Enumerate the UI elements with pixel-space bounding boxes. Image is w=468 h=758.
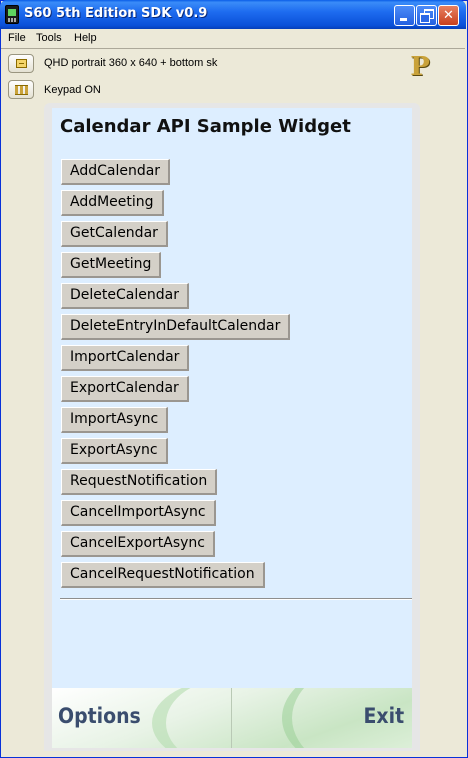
import-async-button[interactable]: ImportAsync xyxy=(61,407,169,433)
close-button[interactable]: ✕ xyxy=(438,5,459,26)
widget-title: Calendar API Sample Widget xyxy=(60,116,351,137)
import-calendar-button[interactable]: ImportCalendar xyxy=(61,345,190,371)
menu-help[interactable]: Help xyxy=(74,32,97,44)
cancel-export-async-button[interactable]: CancelExportAsync xyxy=(61,531,215,557)
p-logo-icon: P xyxy=(410,52,430,82)
add-meeting-button[interactable]: AddMeeting xyxy=(61,190,164,216)
get-meeting-button[interactable]: GetMeeting xyxy=(61,252,162,278)
resolution-button[interactable] xyxy=(8,54,34,73)
maximize-button[interactable] xyxy=(416,5,437,26)
phone-app-icon xyxy=(5,5,19,24)
add-calendar-button[interactable]: AddCalendar xyxy=(61,159,171,185)
keypad-button[interactable] xyxy=(8,80,34,99)
menu-file[interactable]: File xyxy=(8,32,26,44)
menu-bar: File Tools Help xyxy=(1,29,465,48)
content-divider xyxy=(60,598,412,600)
cancel-import-async-button[interactable]: CancelImportAsync xyxy=(61,500,216,526)
export-calendar-button[interactable]: ExportCalendar xyxy=(61,376,189,402)
softkey-divider xyxy=(231,688,232,748)
menu-tools[interactable]: Tools xyxy=(36,32,62,44)
menu-divider xyxy=(1,48,465,49)
title-bar[interactable]: S60 5th Edition SDK v0.9 ✕ xyxy=(0,0,466,29)
softkey-bar: Options Exit xyxy=(52,688,412,748)
close-icon: ✕ xyxy=(443,8,454,23)
keypad-label: Keypad ON xyxy=(44,84,101,96)
request-notification-button[interactable]: RequestNotification xyxy=(61,469,218,495)
options-softkey[interactable]: Options xyxy=(58,704,141,728)
window-title: S60 5th Edition SDK v0.9 xyxy=(24,6,208,21)
maximize-icon xyxy=(417,6,436,25)
keypad-row: Keypad ON xyxy=(8,80,458,100)
resolution-label: QHD portrait 360 x 640 + bottom sk xyxy=(44,57,218,69)
screen-icon xyxy=(16,59,27,68)
resolution-row: QHD portrait 360 x 640 + bottom sk xyxy=(8,54,458,74)
exit-softkey[interactable]: Exit xyxy=(363,704,404,728)
keypad-icon xyxy=(15,85,28,95)
minimize-icon xyxy=(395,6,414,25)
cancel-request-notification-button[interactable]: CancelRequestNotification xyxy=(61,562,265,588)
get-calendar-button[interactable]: GetCalendar xyxy=(61,221,168,247)
delete-calendar-button[interactable]: DeleteCalendar xyxy=(61,283,189,309)
minimize-button[interactable] xyxy=(394,5,415,26)
delete-entry-button[interactable]: DeleteEntryInDefaultCalendar xyxy=(61,314,291,340)
export-async-button[interactable]: ExportAsync xyxy=(61,438,168,464)
